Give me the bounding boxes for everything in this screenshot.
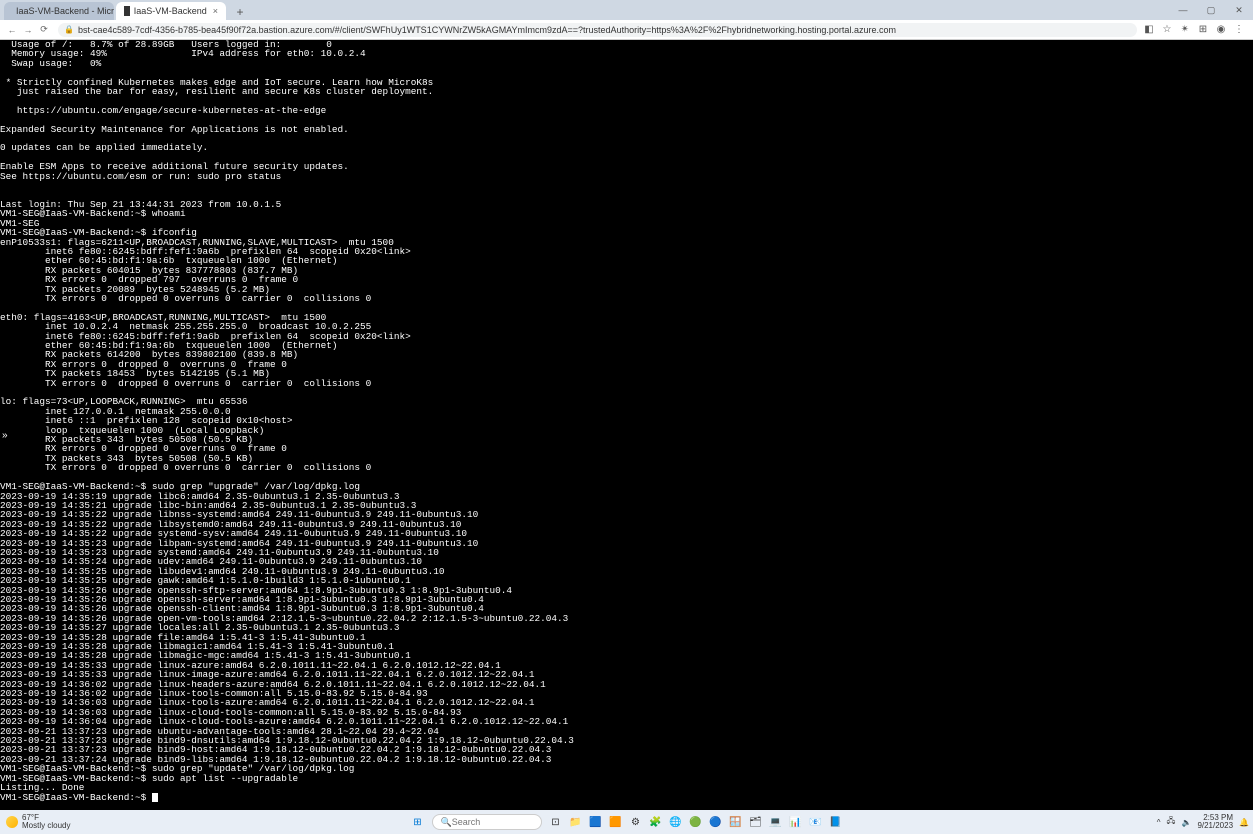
window-close-button[interactable]: ✕ <box>1225 0 1253 20</box>
menu-dots-icon[interactable]: ⋮ <box>1233 24 1245 35</box>
browser-tabstrip: IaaS-VM-Backend - Microsoft A × IaaS-VM-… <box>0 0 1253 20</box>
share-icon[interactable]: ◧ <box>1143 24 1155 35</box>
date-text: 9/21/2023 <box>1197 822 1233 830</box>
search-input[interactable] <box>452 817 522 827</box>
taskbar-app-icon[interactable]: 🟦 <box>588 814 604 830</box>
terminal-favicon-icon <box>124 6 130 16</box>
terminal-output: Usage of /: 8.7% of 28.89GB Users logged… <box>0 40 1253 802</box>
window-minimize-button[interactable]: — <box>1169 0 1197 20</box>
taskbar-app-icon[interactable]: 📊 <box>788 814 804 830</box>
taskbar-center: ⊞ 🔍 ⊡📁🟦🟧⚙🧩🌐🟢🔵🪟🗂💻📊📧📘 <box>410 814 844 830</box>
window-maximize-button[interactable]: ▢ <box>1197 0 1225 20</box>
taskbar-app-icon[interactable]: 🪟 <box>728 814 744 830</box>
taskbar-app-icon[interactable]: ⊡ <box>548 814 564 830</box>
extensions-icon[interactable]: ✴ <box>1179 24 1191 35</box>
volume-icon[interactable]: 🔈 <box>1181 818 1191 827</box>
bastion-terminal[interactable]: » Usage of /: 8.7% of 28.89GB Users logg… <box>0 40 1253 810</box>
close-icon[interactable]: × <box>213 6 218 16</box>
apps-icon[interactable]: ⊞ <box>1197 24 1209 35</box>
taskbar-app-icon[interactable]: 🟧 <box>608 814 624 830</box>
taskbar-app-icon[interactable]: 🌐 <box>668 814 684 830</box>
weather-icon <box>6 816 18 828</box>
bookmark-star-icon[interactable]: ☆ <box>1161 24 1173 35</box>
network-icon[interactable]: 🖧 <box>1167 815 1176 829</box>
taskbar-app-icon[interactable]: 📧 <box>808 814 824 830</box>
tab-active[interactable]: IaaS-VM-Backend × <box>116 2 226 20</box>
taskbar-search[interactable]: 🔍 <box>432 814 542 830</box>
taskbar-app-icon[interactable]: 🗂 <box>748 814 764 830</box>
profile-avatar-icon[interactable]: ◉ <box>1215 24 1227 35</box>
tab-title: IaaS-VM-Backend <box>134 6 207 16</box>
taskbar-app-icon[interactable]: 📁 <box>568 814 584 830</box>
taskbar-app-icon[interactable]: ⚙ <box>628 814 644 830</box>
taskbar-app-icon[interactable]: 🧩 <box>648 814 664 830</box>
taskbar-app-icon[interactable]: 🔵 <box>708 814 724 830</box>
taskbar-app-icon[interactable]: 🟢 <box>688 814 704 830</box>
tray-overflow-icon[interactable]: ^ <box>1157 818 1161 827</box>
search-icon: 🔍 <box>441 817 452 828</box>
taskbar-app-icon[interactable]: 💻 <box>768 814 784 830</box>
weather-desc: Mostly cloudy <box>22 822 70 830</box>
back-button[interactable]: ← <box>4 25 20 35</box>
omnibox[interactable]: 🔒 bst-cae4c589-7cdf-4356-b785-bea45f90f7… <box>58 23 1137 37</box>
url-text: bst-cae4c589-7cdf-4356-b785-bea45f90f72a… <box>78 25 1131 35</box>
reload-button[interactable]: ⟳ <box>36 24 52 35</box>
weather-widget[interactable]: 67°F Mostly cloudy <box>0 814 70 830</box>
expand-handle-icon[interactable]: » <box>2 430 8 441</box>
notifications-icon[interactable]: 🔔 <box>1239 818 1249 827</box>
clock[interactable]: 2:53 PM 9/21/2023 <box>1197 814 1233 830</box>
tab-title: IaaS-VM-Backend - Microsoft A <box>16 6 114 16</box>
new-tab-button[interactable]: + <box>232 4 248 20</box>
tab-inactive[interactable]: IaaS-VM-Backend - Microsoft A × <box>4 2 114 20</box>
system-tray: ^ 🖧 🔈 2:53 PM 9/21/2023 🔔 <box>1157 814 1249 830</box>
browser-addressbar: ← → ⟳ 🔒 bst-cae4c589-7cdf-4356-b785-bea4… <box>0 20 1253 40</box>
windows-taskbar: 67°F Mostly cloudy ⊞ 🔍 ⊡📁🟦🟧⚙🧩🌐🟢🔵🪟🗂💻📊📧📘 ^… <box>0 810 1253 834</box>
forward-button[interactable]: → <box>20 25 36 35</box>
taskbar-app-icon[interactable]: 📘 <box>828 814 844 830</box>
lock-icon: 🔒 <box>64 25 74 34</box>
terminal-cursor <box>152 793 158 802</box>
start-button[interactable]: ⊞ <box>410 814 426 830</box>
